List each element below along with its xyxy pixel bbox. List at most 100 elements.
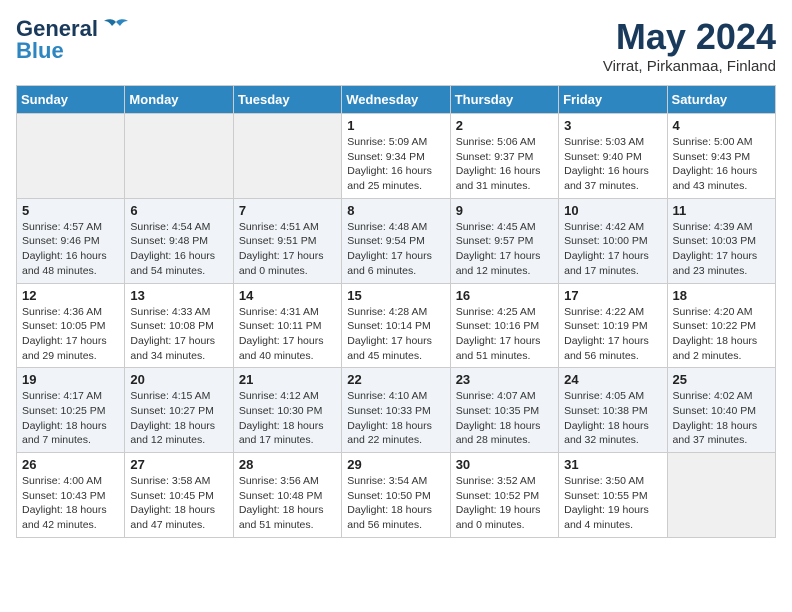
table-row [667,453,775,538]
table-row: 23 Sunrise: 4:07 AM Sunset: 10:35 PM Dayl… [450,368,558,453]
day-info: Sunrise: 4:54 AM Sunset: 9:48 PM Dayligh… [130,220,227,279]
day-number: 6 [130,203,227,218]
calendar-header-row: Sunday Monday Tuesday Wednesday Thursday… [17,86,776,114]
day-info: Sunrise: 4:28 AM Sunset: 10:14 PM Daylig… [347,305,444,364]
table-row: 11 Sunrise: 4:39 AM Sunset: 10:03 PM Dayl… [667,198,775,283]
day-number: 11 [673,203,770,218]
table-row: 17Sunrise: 4:22 AM Sunset: 10:19 PM Dayl… [559,283,667,368]
table-row: 8 Sunrise: 4:48 AM Sunset: 9:54 PM Daylig… [342,198,450,283]
table-row [233,114,341,199]
day-number: 14 [239,288,336,303]
day-info: Sunrise: 3:56 AM Sunset: 10:48 PM Daylig… [239,474,336,533]
table-row: 18 Sunrise: 4:20 AM Sunset: 10:22 PM Dayl… [667,283,775,368]
table-row: 29Sunrise: 3:54 AM Sunset: 10:50 PM Dayl… [342,453,450,538]
location-subtitle: Virrat, Pirkanmaa, Finland [603,58,776,75]
day-info: Sunrise: 4:33 AM Sunset: 10:08 PM Daylig… [130,305,227,364]
day-info: Sunrise: 4:48 AM Sunset: 9:54 PM Dayligh… [347,220,444,279]
table-row: 30 Sunrise: 3:52 AM Sunset: 10:52 PM Dayl… [450,453,558,538]
table-row: 22 Sunrise: 4:10 AM Sunset: 10:33 PM Dayl… [342,368,450,453]
day-number: 20 [130,372,227,387]
day-info: Sunrise: 5:03 AM Sunset: 9:40 PM Dayligh… [564,135,661,194]
header-sunday: Sunday [17,86,125,114]
table-row [17,114,125,199]
day-number: 2 [456,118,553,133]
day-info: Sunrise: 4:02 AM Sunset: 10:40 PM Daylig… [673,389,770,448]
day-number: 5 [22,203,119,218]
header-monday: Monday [125,86,233,114]
day-number: 29 [347,457,444,472]
table-row: 15 Sunrise: 4:28 AM Sunset: 10:14 PM Dayl… [342,283,450,368]
calendar-week-row: 19Sunrise: 4:17 AM Sunset: 10:25 PM Dayl… [17,368,776,453]
day-number: 13 [130,288,227,303]
day-info: Sunrise: 5:00 AM Sunset: 9:43 PM Dayligh… [673,135,770,194]
month-title: May 2024 [603,16,776,58]
day-info: Sunrise: 3:50 AM Sunset: 10:55 PM Daylig… [564,474,661,533]
table-row: 10 Sunrise: 4:42 AM Sunset: 10:00 PM Dayl… [559,198,667,283]
calendar-week-row: 26 Sunrise: 4:00 AM Sunset: 10:43 PM Dayl… [17,453,776,538]
day-number: 9 [456,203,553,218]
day-number: 30 [456,457,553,472]
day-info: Sunrise: 4:00 AM Sunset: 10:43 PM Daylig… [22,474,119,533]
table-row: 2Sunrise: 5:06 AM Sunset: 9:37 PM Daylig… [450,114,558,199]
day-info: Sunrise: 4:22 AM Sunset: 10:19 PM Daylig… [564,305,661,364]
header-friday: Friday [559,86,667,114]
table-row: 24Sunrise: 4:05 AM Sunset: 10:38 PM Dayl… [559,368,667,453]
day-info: Sunrise: 3:58 AM Sunset: 10:45 PM Daylig… [130,474,227,533]
day-number: 15 [347,288,444,303]
day-number: 28 [239,457,336,472]
day-info: Sunrise: 4:15 AM Sunset: 10:27 PM Daylig… [130,389,227,448]
table-row: 13 Sunrise: 4:33 AM Sunset: 10:08 PM Dayl… [125,283,233,368]
table-row [125,114,233,199]
title-section: May 2024 Virrat, Pirkanmaa, Finland [603,16,776,75]
header-tuesday: Tuesday [233,86,341,114]
calendar-week-row: 1Sunrise: 5:09 AM Sunset: 9:34 PM Daylig… [17,114,776,199]
day-info: Sunrise: 4:39 AM Sunset: 10:03 PM Daylig… [673,220,770,279]
table-row: 20 Sunrise: 4:15 AM Sunset: 10:27 PM Dayl… [125,368,233,453]
day-number: 19 [22,372,119,387]
table-row: 26 Sunrise: 4:00 AM Sunset: 10:43 PM Dayl… [17,453,125,538]
table-row: 9Sunrise: 4:45 AM Sunset: 9:57 PM Daylig… [450,198,558,283]
logo-bird-icon [102,18,130,40]
day-info: Sunrise: 4:20 AM Sunset: 10:22 PM Daylig… [673,305,770,364]
day-number: 31 [564,457,661,472]
day-number: 18 [673,288,770,303]
header-thursday: Thursday [450,86,558,114]
calendar-week-row: 5Sunrise: 4:57 AM Sunset: 9:46 PM Daylig… [17,198,776,283]
table-row: 27 Sunrise: 3:58 AM Sunset: 10:45 PM Dayl… [125,453,233,538]
table-row: 14 Sunrise: 4:31 AM Sunset: 10:11 PM Dayl… [233,283,341,368]
table-row: 3 Sunrise: 5:03 AM Sunset: 9:40 PM Daylig… [559,114,667,199]
day-number: 21 [239,372,336,387]
table-row: 16 Sunrise: 4:25 AM Sunset: 10:16 PM Dayl… [450,283,558,368]
header-wednesday: Wednesday [342,86,450,114]
day-number: 8 [347,203,444,218]
day-number: 1 [347,118,444,133]
table-row: 19Sunrise: 4:17 AM Sunset: 10:25 PM Dayl… [17,368,125,453]
calendar-table: Sunday Monday Tuesday Wednesday Thursday… [16,85,776,538]
day-number: 7 [239,203,336,218]
table-row: 1Sunrise: 5:09 AM Sunset: 9:34 PM Daylig… [342,114,450,199]
day-number: 12 [22,288,119,303]
day-info: Sunrise: 4:05 AM Sunset: 10:38 PM Daylig… [564,389,661,448]
day-number: 4 [673,118,770,133]
day-number: 10 [564,203,661,218]
day-info: Sunrise: 4:36 AM Sunset: 10:05 PM Daylig… [22,305,119,364]
day-info: Sunrise: 4:25 AM Sunset: 10:16 PM Daylig… [456,305,553,364]
day-number: 16 [456,288,553,303]
day-number: 27 [130,457,227,472]
day-number: 3 [564,118,661,133]
day-number: 22 [347,372,444,387]
day-info: Sunrise: 4:07 AM Sunset: 10:35 PM Daylig… [456,389,553,448]
day-info: Sunrise: 4:31 AM Sunset: 10:11 PM Daylig… [239,305,336,364]
day-info: Sunrise: 3:52 AM Sunset: 10:52 PM Daylig… [456,474,553,533]
day-info: Sunrise: 4:10 AM Sunset: 10:33 PM Daylig… [347,389,444,448]
logo-blue-text: Blue [16,38,64,64]
day-number: 25 [673,372,770,387]
day-number: 26 [22,457,119,472]
page-header: General Blue May 2024 Virrat, Pirkanmaa,… [16,16,776,75]
day-info: Sunrise: 4:12 AM Sunset: 10:30 PM Daylig… [239,389,336,448]
table-row: 28 Sunrise: 3:56 AM Sunset: 10:48 PM Dayl… [233,453,341,538]
table-row: 12 Sunrise: 4:36 AM Sunset: 10:05 PM Dayl… [17,283,125,368]
day-number: 23 [456,372,553,387]
table-row: 25 Sunrise: 4:02 AM Sunset: 10:40 PM Dayl… [667,368,775,453]
day-info: Sunrise: 4:42 AM Sunset: 10:00 PM Daylig… [564,220,661,279]
